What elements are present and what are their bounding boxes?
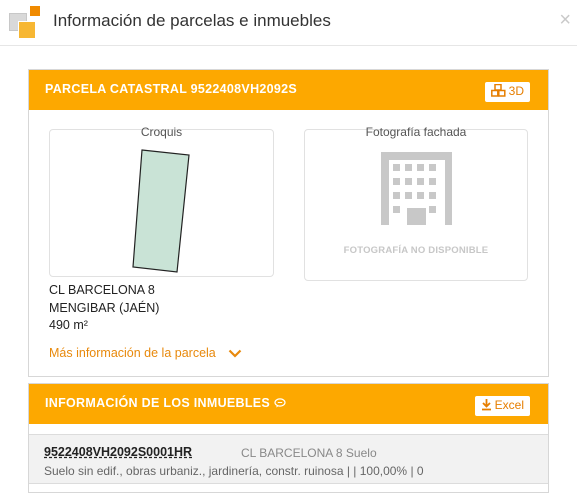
close-icon[interactable]: × [559,10,571,30]
chevron-down-icon [228,349,242,358]
parcela-panel: PARCELA CATASTRAL 9522408VH2092S 3D Croq… [28,69,549,377]
inmueble-detail: Suelo sin edif., obras urbaniz., jardine… [44,464,424,478]
view-3d-button[interactable]: 3D [484,82,530,102]
download-icon [481,399,491,411]
excel-label: Excel [494,398,524,412]
inmuebles-title: INFORMACIÓN DE LOS INMUEBLES [45,396,286,410]
app-logo-icon [8,4,42,40]
app-header: Información de parcelas e inmuebles × [0,0,577,46]
parcel-area: 490 m² [49,318,88,332]
croquis-box[interactable]: Croquis [49,125,274,277]
inmuebles-panel: INFORMACIÓN DE LOS INMUEBLES Excel 95224… [28,383,549,493]
excel-button[interactable]: Excel [474,396,530,416]
page-title: Información de parcelas e inmuebles [53,11,331,30]
building-icon [381,152,452,225]
inmueble-address: CL BARCELONA 8 Suelo [241,446,377,460]
parcela-header: PARCELA CATASTRAL 9522408VH2092S 3D [29,70,548,110]
address-line-2: MENGIBAR (JAÉN) [49,301,160,315]
parcel-sketch [132,149,190,273]
fachada-box: Fotografía fachada FOTOGRAFÍA NO DISPONI… [304,125,528,281]
inmuebles-header: INFORMACIÓN DE LOS INMUEBLES Excel [29,384,548,424]
inmueble-ref-link[interactable]: 9522408VH2092S0001HR [44,445,192,459]
parcela-title: PARCELA CATASTRAL 9522408VH2092S [45,82,298,96]
no-photo-text: FOTOGRAFÍA NO DISPONIBLE [343,245,489,256]
view-3d-label: 3D [508,84,524,98]
inmuebles-title-text: INFORMACIÓN DE LOS INMUEBLES [45,396,271,410]
address-line-1: CL BARCELONA 8 [49,283,155,297]
more-info-link[interactable]: Más información de la parcela [49,346,242,360]
chat-bubble-icon [274,398,286,408]
cubes-3d-icon [490,84,506,97]
more-info-label: Más información de la parcela [49,346,216,360]
inmueble-row[interactable]: 9522408VH2092S0001HR CL BARCELONA 8 Suel… [29,434,548,484]
